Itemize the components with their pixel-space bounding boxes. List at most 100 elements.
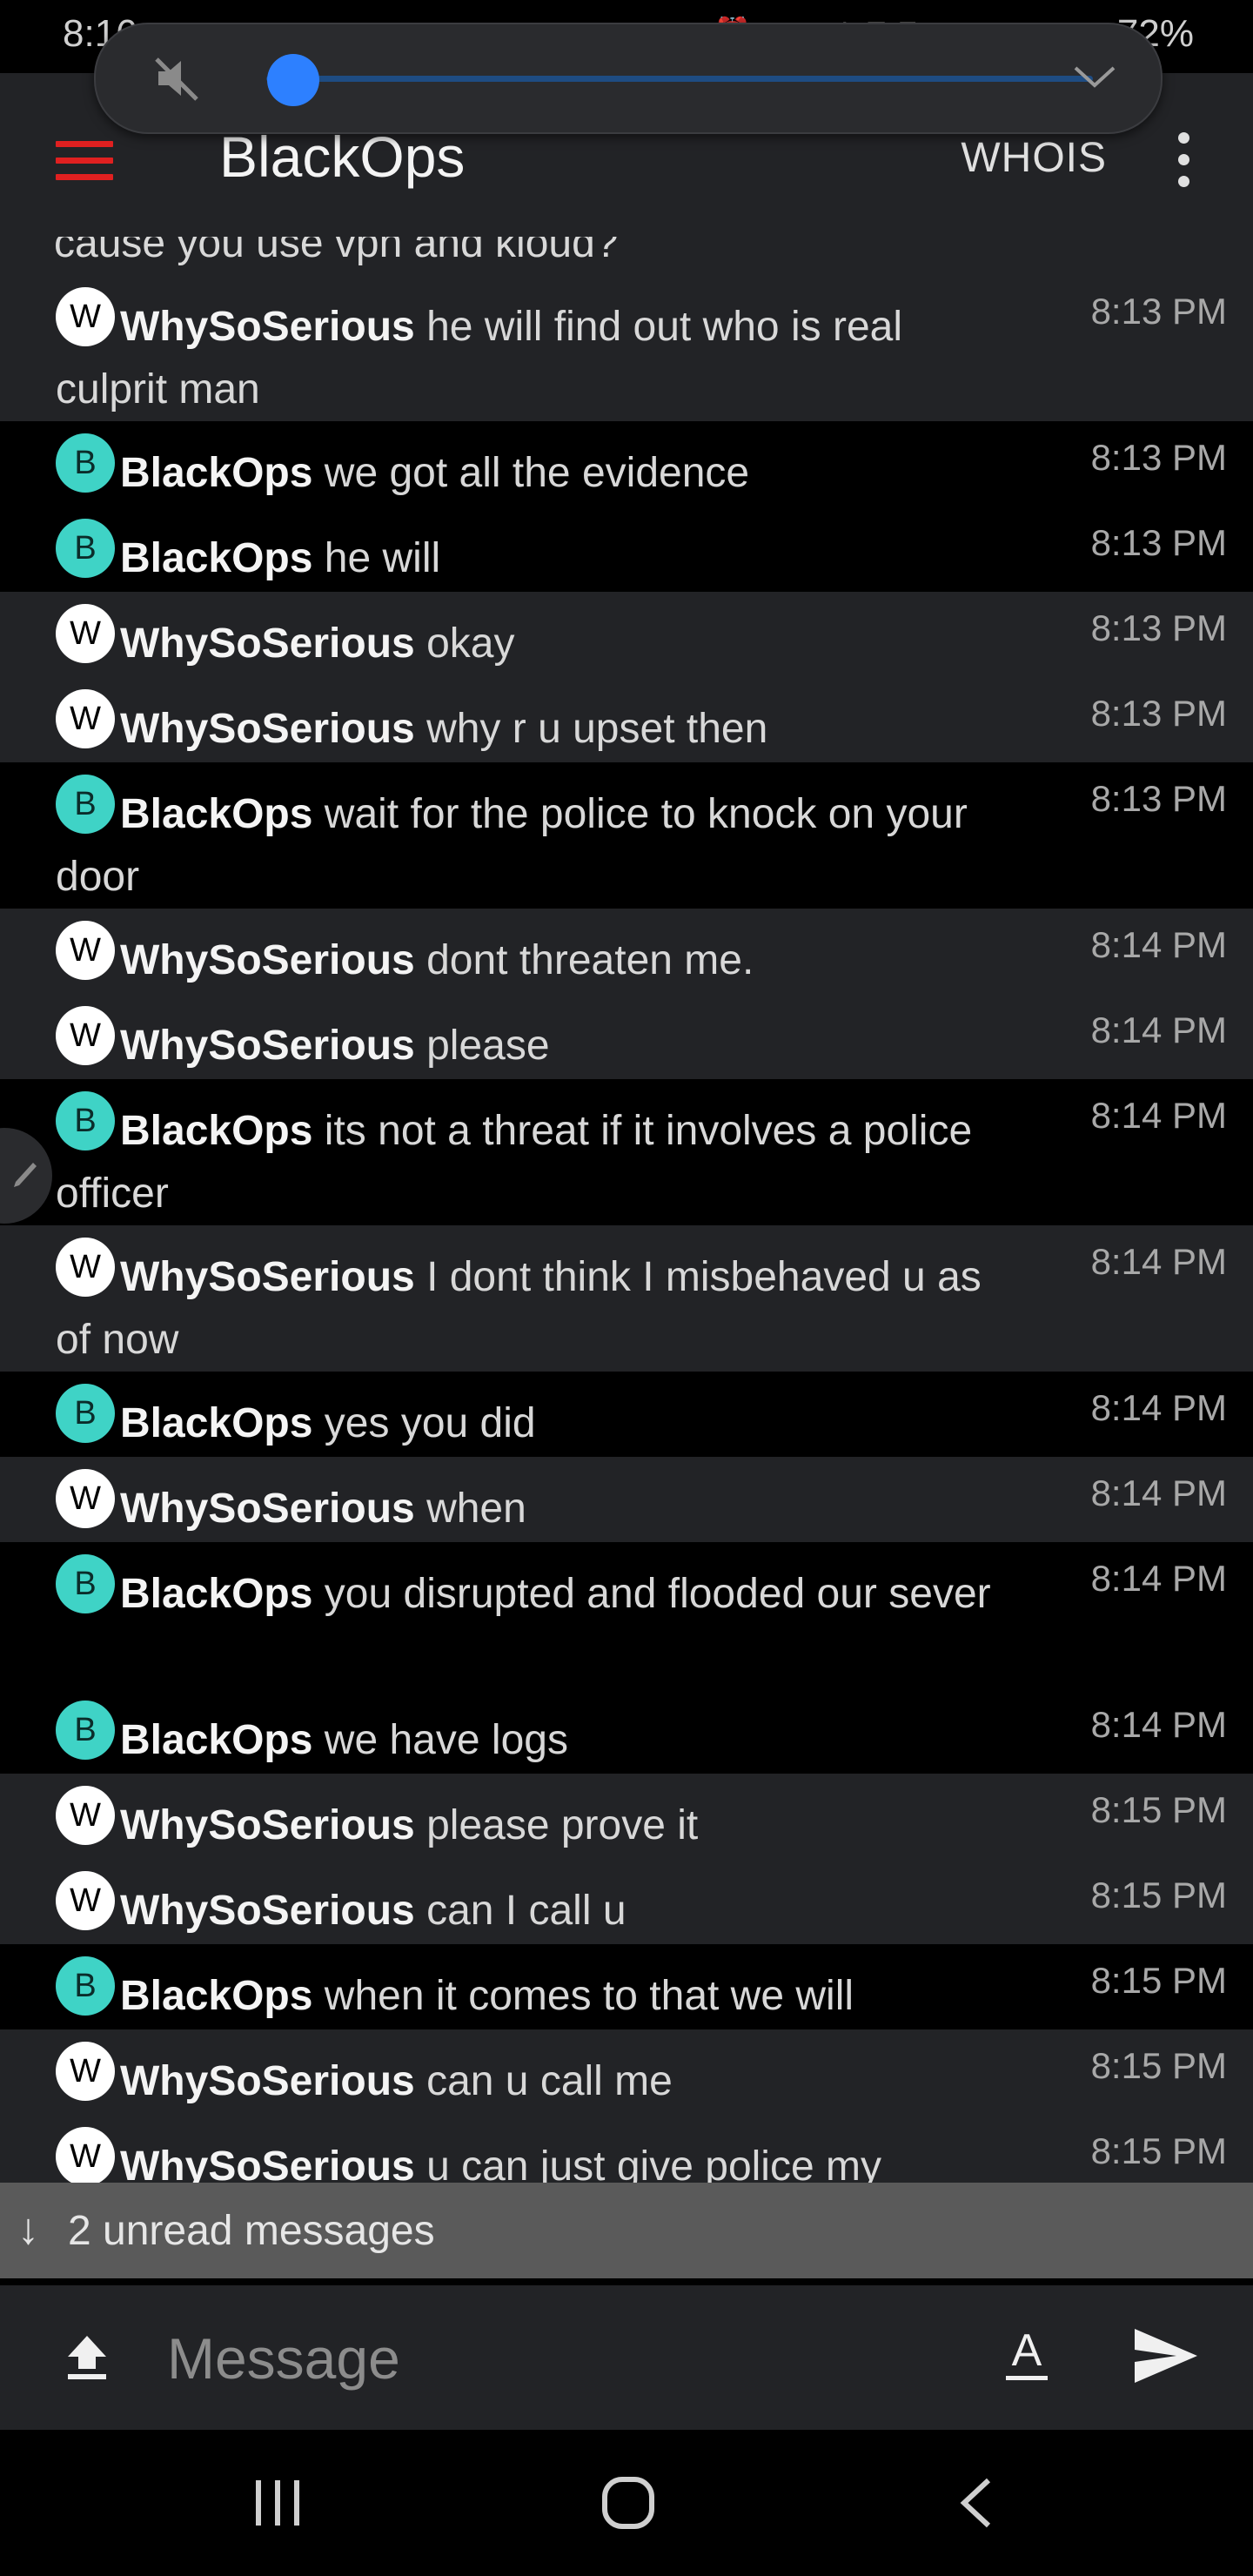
- message-text: why r u upset then: [426, 706, 768, 752]
- message-row[interactable]: B BlackOps you disrupted and flooded our …: [0, 1542, 1253, 1688]
- message-body: WhySoSerious please: [56, 1015, 1022, 1077]
- message-row[interactable]: B BlackOps we got all the evidence 8:13 PM: [0, 421, 1253, 506]
- message-timestamp: 8:14 PM: [1090, 1010, 1227, 1050]
- message-timestamp: 8:15 PM: [1090, 2130, 1227, 2171]
- sender-nick[interactable]: WhySoSerious: [120, 1486, 415, 1532]
- message-text: please prove it: [426, 1802, 699, 1848]
- sender-nick[interactable]: WhySoSerious: [120, 621, 415, 667]
- volume-panel: [94, 23, 1163, 134]
- volume-slider-track[interactable]: [266, 76, 1093, 82]
- message-input[interactable]: [165, 2320, 952, 2397]
- message-row[interactable]: B BlackOps its not a threat if it involve…: [0, 1079, 1253, 1225]
- message-text: dont threaten me.: [426, 937, 754, 983]
- send-icon[interactable]: [1131, 2325, 1201, 2386]
- kebab-menu-icon[interactable]: [1178, 132, 1190, 198]
- message-text: we got all the evidence: [324, 450, 750, 496]
- message-composer: A: [0, 2285, 1253, 2430]
- message-text: please: [426, 1023, 550, 1069]
- sender-nick[interactable]: WhySoSerious: [120, 1888, 415, 1934]
- message-row[interactable]: W WhySoSerious why r u upset then 8:13 PM: [0, 677, 1253, 762]
- message-text: when it comes to that we will: [324, 1973, 854, 2019]
- svg-text:A: A: [1012, 2325, 1042, 2376]
- message-body: WhySoSerious why r u upset then: [56, 698, 1022, 761]
- sender-nick[interactable]: BlackOps: [120, 791, 312, 837]
- arrow-down-icon: ↓: [17, 2204, 39, 2253]
- sender-nick[interactable]: WhySoSerious: [120, 706, 415, 752]
- message-row[interactable]: W WhySoSerious u can just give police my 8…: [0, 2115, 1253, 2183]
- message-body: WhySoSerious he will find out who is rea…: [56, 296, 1022, 421]
- volume-slider-thumb[interactable]: [266, 54, 319, 106]
- text-format-icon[interactable]: A: [999, 2322, 1055, 2388]
- message-row[interactable]: B BlackOps wait for the police to knock o…: [0, 762, 1253, 909]
- message-timestamp: 8:13 PM: [1090, 778, 1227, 819]
- message-row[interactable]: W WhySoSerious can I call u 8:15 PM: [0, 1859, 1253, 1944]
- message-body: BlackOps you disrupted and flooded our s…: [56, 1563, 1022, 1626]
- pencil-icon: [14, 1163, 37, 1187]
- hamburger-menu-icon[interactable]: [56, 141, 113, 183]
- message-text: you disrupted and flooded our sever: [324, 1571, 991, 1617]
- message-timestamp: 8:15 PM: [1090, 1960, 1227, 2001]
- message-body: BlackOps we got all the evidence: [56, 442, 1022, 505]
- message-text: can I call u: [426, 1888, 626, 1934]
- message-timestamp: 8:14 PM: [1090, 1704, 1227, 1745]
- unread-label: 2 unread messages: [68, 2208, 435, 2254]
- speaker-muted-icon[interactable]: [151, 52, 204, 104]
- message-body: WhySoSerious when: [56, 1478, 1022, 1540]
- message-row[interactable]: W WhySoSerious he will find out who is re…: [0, 275, 1253, 421]
- sender-nick[interactable]: WhySoSerious: [120, 1802, 415, 1848]
- message-body: BlackOps we have logs: [56, 1709, 1022, 1772]
- message-body: WhySoSerious I dont think I misbehaved u…: [56, 1246, 1022, 1372]
- sender-nick[interactable]: WhySoSerious: [120, 1023, 415, 1069]
- sender-nick[interactable]: WhySoSerious: [120, 2058, 415, 2104]
- message-timestamp: 8:13 PM: [1090, 437, 1227, 478]
- sender-nick[interactable]: WhySoSerious: [120, 304, 415, 350]
- sender-nick[interactable]: BlackOps: [120, 1400, 312, 1446]
- message-body: WhySoSerious please prove it: [56, 1794, 1022, 1857]
- message-body: WhySoSerious can I call u: [56, 1880, 1022, 1942]
- message-body: WhySoSerious can u call me: [56, 2050, 1022, 2113]
- message-row[interactable]: W WhySoSerious okay 8:13 PM: [0, 592, 1253, 677]
- message-body: WhySoSerious u can just give police my: [56, 2136, 1022, 2183]
- message-row[interactable]: B BlackOps we have logs 8:14 PM: [0, 1688, 1253, 1774]
- message-text: when: [426, 1486, 526, 1532]
- message-timestamp: 8:15 PM: [1090, 1789, 1227, 1830]
- back-icon[interactable]: [957, 2475, 995, 2531]
- system-nav-bar: [0, 2430, 1253, 2576]
- message-body: BlackOps wait for the police to knock on…: [56, 783, 1022, 909]
- message-row[interactable]: W WhySoSerious please 8:14 PM: [0, 994, 1253, 1079]
- message-text: can u call me: [426, 2058, 673, 2104]
- sender-nick[interactable]: BlackOps: [120, 535, 312, 581]
- sender-nick[interactable]: BlackOps: [120, 1717, 312, 1763]
- message-row[interactable]: B BlackOps he will 8:13 PM: [0, 506, 1253, 592]
- sender-nick[interactable]: WhySoSerious: [120, 1254, 415, 1300]
- message-row[interactable]: W WhySoSerious when 8:14 PM: [0, 1457, 1253, 1542]
- recent-apps-icon[interactable]: [252, 2477, 305, 2529]
- message-timestamp: 8:14 PM: [1090, 1472, 1227, 1513]
- message-text: okay: [426, 621, 515, 667]
- message-body: BlackOps he will: [56, 527, 1022, 590]
- message-row[interactable]: B BlackOps when it comes to that we will 8…: [0, 1944, 1253, 2029]
- message-timestamp: 8:14 PM: [1090, 924, 1227, 965]
- unread-messages-bar[interactable]: ↓ 2 unread messages: [0, 2183, 1253, 2278]
- message-row[interactable]: B BlackOps yes you did 8:14 PM: [0, 1372, 1253, 1457]
- message-row[interactable]: W WhySoSerious dont threaten me. 8:14 PM: [0, 909, 1253, 994]
- message-body: BlackOps yes you did: [56, 1392, 1022, 1455]
- upload-icon[interactable]: [61, 2331, 113, 2386]
- message-timestamp: 8:15 PM: [1090, 1875, 1227, 1915]
- sender-nick[interactable]: BlackOps: [120, 450, 312, 496]
- message-list[interactable]: cause you use vpn and kloud? W WhySoSerio…: [0, 237, 1253, 2183]
- message-timestamp: 8:15 PM: [1090, 2045, 1227, 2086]
- message-body: WhySoSerious dont threaten me.: [56, 929, 1022, 992]
- sender-nick[interactable]: BlackOps: [120, 1973, 312, 2019]
- sender-nick[interactable]: BlackOps: [120, 1571, 312, 1617]
- sender-nick[interactable]: WhySoSerious: [120, 937, 415, 983]
- sender-nick[interactable]: WhySoSerious: [120, 2143, 415, 2183]
- chevron-down-icon[interactable]: [1072, 59, 1117, 94]
- home-icon[interactable]: [600, 2475, 656, 2531]
- message-row[interactable]: W WhySoSerious I dont think I misbehaved …: [0, 1225, 1253, 1372]
- whois-button[interactable]: WHOIS: [961, 134, 1107, 182]
- message-row[interactable]: W WhySoSerious please prove it 8:15 PM: [0, 1774, 1253, 1859]
- sender-nick[interactable]: BlackOps: [120, 1108, 312, 1154]
- message-row[interactable]: W WhySoSerious can u call me 8:15 PM: [0, 2029, 1253, 2115]
- message-timestamp: 8:13 PM: [1090, 693, 1227, 734]
